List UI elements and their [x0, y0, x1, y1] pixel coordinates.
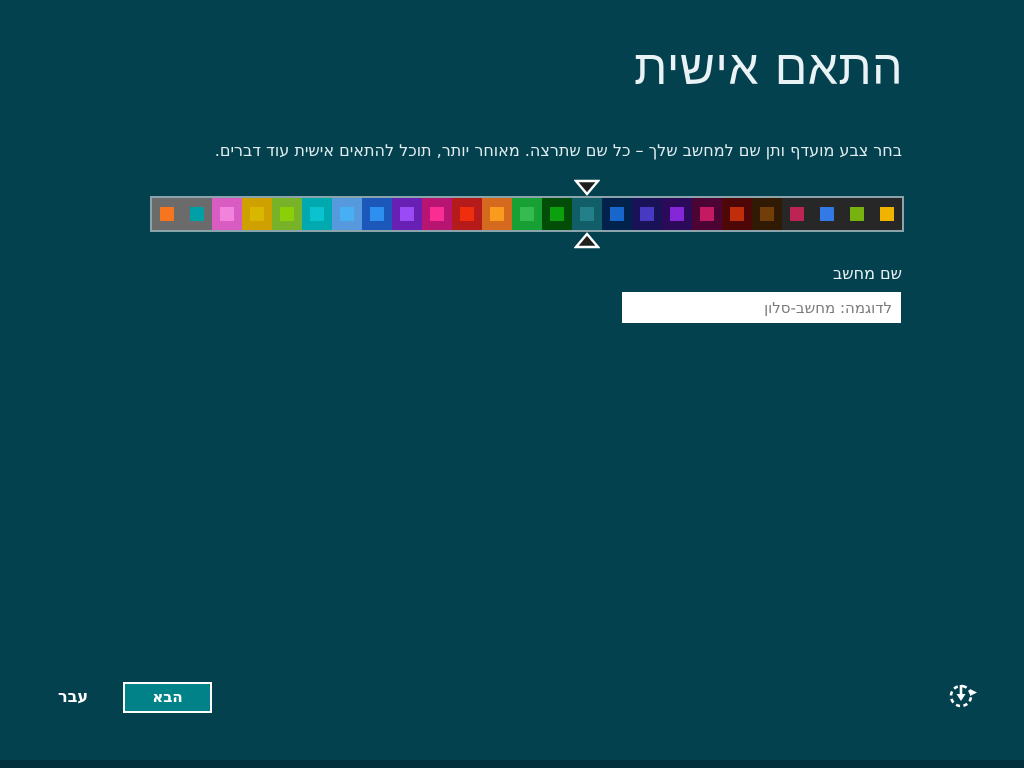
color-swatch-inner — [850, 207, 864, 221]
personalize-screen: { "screen": { "background": "#03414f", "… — [0, 0, 1024, 768]
pc-name-label: שם מחשב — [833, 264, 902, 283]
color-swatch[interactable] — [452, 198, 482, 230]
color-swatch[interactable] — [692, 198, 722, 230]
color-swatch-inner — [700, 207, 714, 221]
color-swatch-inner — [520, 207, 534, 221]
color-swatch-inner — [370, 207, 384, 221]
color-swatch-inner — [340, 207, 354, 221]
color-swatch[interactable] — [872, 198, 902, 230]
color-swatch[interactable] — [722, 198, 752, 230]
color-swatch-inner — [220, 207, 234, 221]
color-swatch-inner — [580, 207, 594, 221]
screen-bottom-edge — [0, 760, 1024, 768]
color-swatch[interactable] — [152, 198, 182, 230]
color-swatch-inner — [190, 207, 204, 221]
color-swatch-inner — [550, 207, 564, 221]
color-swatch[interactable] — [272, 198, 302, 230]
color-swatch-inner — [460, 207, 474, 221]
color-swatch[interactable] — [392, 198, 422, 230]
color-swatch[interactable] — [782, 198, 812, 230]
input-language-indicator[interactable]: עבר — [58, 687, 88, 706]
color-swatch-inner — [400, 207, 414, 221]
color-swatch-inner — [430, 207, 444, 221]
color-swatch-inner — [160, 207, 174, 221]
color-swatch-inner — [790, 207, 804, 221]
color-swatch-inner — [310, 207, 324, 221]
color-swatch[interactable] — [242, 198, 272, 230]
slider-handle-top-arrow-icon[interactable] — [574, 179, 600, 196]
color-swatch-inner — [490, 207, 504, 221]
color-slider[interactable] — [150, 179, 904, 249]
color-swatch[interactable] — [512, 198, 542, 230]
next-button[interactable]: הבא — [123, 682, 212, 713]
color-swatch-inner — [820, 207, 834, 221]
color-swatch[interactable] — [572, 198, 602, 230]
pc-name-input[interactable] — [622, 292, 901, 323]
color-swatch[interactable] — [182, 198, 212, 230]
color-swatch[interactable] — [812, 198, 842, 230]
color-swatch-inner — [730, 207, 744, 221]
color-strip[interactable] — [150, 196, 904, 232]
color-swatch[interactable] — [302, 198, 332, 230]
color-swatch-inner — [280, 207, 294, 221]
color-swatch-inner — [250, 207, 264, 221]
color-swatch[interactable] — [752, 198, 782, 230]
color-swatch-inner — [880, 207, 894, 221]
ease-of-access-icon[interactable] — [944, 678, 979, 713]
color-swatch[interactable] — [422, 198, 452, 230]
color-swatch-inner — [610, 207, 624, 221]
page-title: התאם אישית — [634, 40, 903, 96]
color-swatch[interactable] — [362, 198, 392, 230]
color-swatch[interactable] — [542, 198, 572, 230]
slider-handle-bottom-arrow-icon[interactable] — [574, 232, 600, 249]
color-swatch[interactable] — [842, 198, 872, 230]
color-swatch[interactable] — [632, 198, 662, 230]
color-swatch[interactable] — [602, 198, 632, 230]
instructions-text: בחר צבע מועדף ותן שם למחשב שלך – כל שם ש… — [214, 141, 902, 160]
color-swatch[interactable] — [482, 198, 512, 230]
color-swatch[interactable] — [332, 198, 362, 230]
color-swatch-inner — [640, 207, 654, 221]
color-swatch-inner — [760, 207, 774, 221]
color-swatch-inner — [670, 207, 684, 221]
color-swatch[interactable] — [212, 198, 242, 230]
color-swatch[interactable] — [662, 198, 692, 230]
